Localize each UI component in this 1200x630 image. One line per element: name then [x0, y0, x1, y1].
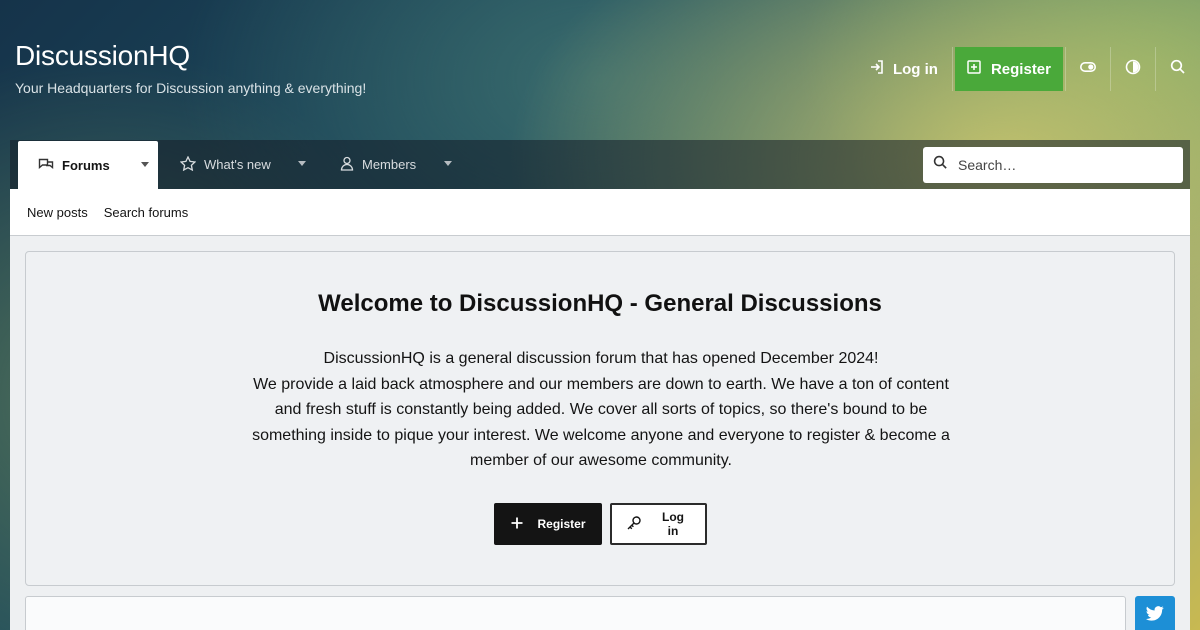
chevron-down-icon[interactable]	[141, 162, 149, 167]
tab-forums-label: Forums	[62, 157, 110, 173]
header-register-button[interactable]: Register	[954, 47, 1063, 91]
welcome-description: DiscussionHQ is a general discussion for…	[251, 346, 951, 474]
sign-in-icon	[869, 59, 885, 79]
header-login-link[interactable]: Log in	[855, 47, 952, 91]
welcome-register-label: Register	[537, 517, 586, 531]
style-toggle-button[interactable]	[1066, 47, 1110, 91]
plus-square-icon	[967, 60, 981, 78]
toggle-icon	[1080, 60, 1096, 78]
welcome-login-button[interactable]: Log in	[609, 503, 707, 545]
welcome-register-button[interactable]: Register	[493, 503, 602, 545]
site-title[interactable]: DiscussionHQ	[15, 40, 190, 72]
tab-members[interactable]: Members	[340, 140, 470, 189]
subnav-search-forums[interactable]: Search forums	[104, 205, 189, 220]
twitter-icon	[1146, 606, 1164, 626]
header-login-label: Log in	[892, 60, 938, 78]
sub-navigation: New posts Search forums	[10, 189, 1190, 236]
site-tagline: Your Headquarters for Discussion anythin…	[15, 80, 367, 96]
tab-forums[interactable]: Forums	[18, 141, 158, 189]
user-icon	[340, 156, 354, 174]
contrast-icon	[1125, 59, 1141, 80]
chevron-down-icon[interactable]	[298, 161, 306, 166]
tab-members-label: Members	[362, 157, 417, 172]
comments-icon	[38, 157, 54, 174]
contrast-toggle-button[interactable]	[1111, 47, 1155, 91]
subnav-new-posts[interactable]: New posts	[27, 205, 88, 220]
search-icon	[1170, 59, 1186, 80]
header-actions: Log in Register	[855, 47, 1200, 91]
welcome-line-1: DiscussionHQ is a general discussion for…	[323, 350, 879, 367]
nav-search-box[interactable]	[923, 147, 1183, 183]
search-icon	[933, 155, 948, 175]
tab-whats-new[interactable]: What's new	[179, 140, 320, 189]
header-register-label: Register	[990, 60, 1051, 78]
plus-icon	[510, 516, 524, 533]
welcome-line-2: We provide a laid back atmosphere and ou…	[252, 375, 950, 470]
welcome-login-label: Log in	[662, 510, 684, 538]
forum-list-panel	[25, 596, 1126, 630]
star-icon	[179, 154, 197, 174]
search-input[interactable]	[958, 157, 1168, 173]
tab-whats-new-label: What's new	[204, 157, 271, 172]
key-icon	[626, 515, 642, 534]
header-separator	[951, 47, 953, 91]
welcome-title: Welcome to DiscussionHQ - General Discus…	[318, 290, 882, 317]
share-twitter-button[interactable]	[1135, 596, 1175, 630]
header-search-button[interactable]	[1156, 47, 1200, 91]
main-navbar: Forums What's new Members	[10, 140, 1190, 189]
welcome-notice: Welcome to DiscussionHQ - General Discus…	[25, 251, 1175, 586]
chevron-down-icon[interactable]	[444, 161, 452, 166]
welcome-actions: Register Log in	[26, 503, 1174, 545]
